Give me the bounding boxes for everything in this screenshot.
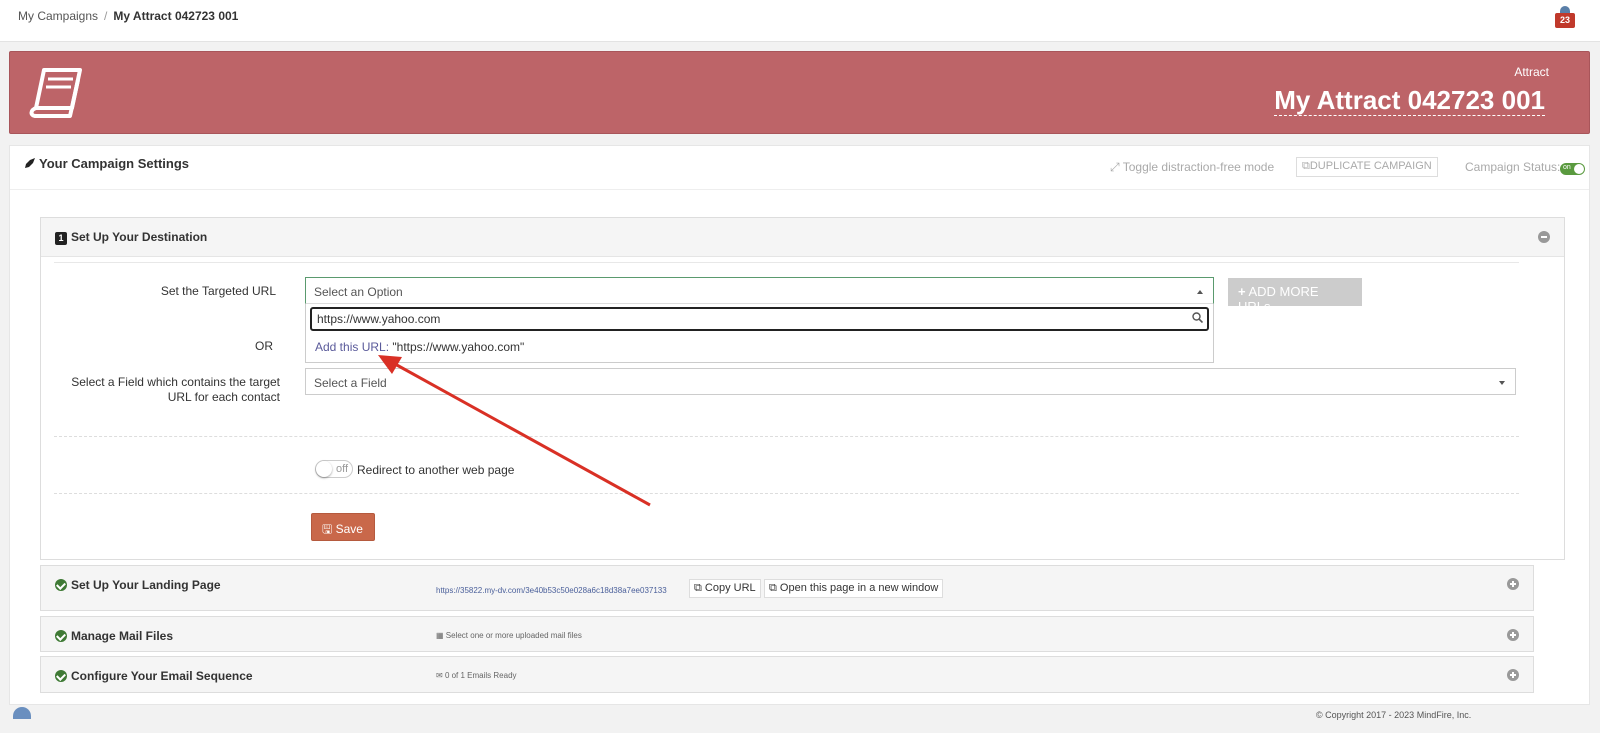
dashed-divider: [54, 436, 1519, 437]
toggle-distraction-free-link[interactable]: ⤢ Toggle distraction-free mode: [1110, 160, 1274, 175]
divider: [54, 262, 1519, 263]
landing-title-text: Set Up Your Landing Page: [71, 578, 221, 592]
email-sequence-panel[interactable]: Configure Your Email Sequence ✉ 0 of 1 E…: [40, 656, 1534, 693]
save-label: Save: [335, 522, 363, 536]
copy-url-button[interactable]: ⧉ Copy URL: [689, 579, 761, 598]
field-select-value: Select a Field: [314, 376, 387, 390]
breadcrumb: My Campaigns / My Attract 042723 001: [18, 9, 238, 23]
toggle-mode-label: Toggle distraction-free mode: [1122, 160, 1275, 174]
or-label: OR: [255, 339, 273, 353]
check-circle-icon: [55, 670, 67, 682]
url-search-input[interactable]: [310, 307, 1209, 331]
envelope-icon: ✉: [436, 671, 443, 680]
footer-copyright: © Copyright 2017 - 2023 MindFire, Inc.: [1316, 710, 1472, 720]
notification-bell-icon[interactable]: 23: [1555, 6, 1575, 28]
redirect-toggle-text: off: [336, 463, 349, 475]
rocket-icon: [25, 158, 35, 168]
landing-page-title: Set Up Your Landing Page: [55, 578, 221, 592]
email-sequence-hint-text: 0 of 1 Emails Ready: [444, 671, 517, 680]
email-sequence-title: Configure Your Email Sequence: [55, 669, 253, 683]
settings-title-text: Your Campaign Settings: [39, 156, 189, 171]
targeted-url-select-value: Select an Option: [314, 285, 403, 299]
check-circle-icon: [55, 630, 67, 642]
save-button[interactable]: 🖫 Save: [311, 513, 375, 541]
status-toggle-text: on: [1563, 164, 1571, 171]
add-url-value: "https://www.yahoo.com": [389, 340, 525, 354]
top-bar: My Campaigns / My Attract 042723 001 23: [0, 0, 1600, 42]
expand-plus-icon[interactable]: [1507, 669, 1519, 681]
copy-icon: ⧉: [694, 582, 702, 594]
field-select[interactable]: Select a Field: [305, 368, 1516, 395]
landing-page-panel[interactable]: Set Up Your Landing Page https://35822.m…: [40, 565, 1534, 611]
step-number-badge: 1: [55, 232, 67, 245]
campaign-status-toggle[interactable]: on: [1560, 163, 1585, 175]
targeted-url-label: Set the Targeted URL: [160, 284, 276, 298]
mail-files-hint-text: Select one or more uploaded mail files: [445, 631, 582, 640]
expand-arrows-icon: ⤢: [1110, 160, 1120, 174]
book-icon: [29, 68, 82, 118]
breadcrumb-my-campaigns[interactable]: My Campaigns: [18, 9, 98, 23]
url-dropdown-panel: Add this URL: "https://www.yahoo.com": [305, 304, 1214, 363]
notification-count-badge: 23: [1555, 13, 1575, 28]
add-more-urls-button[interactable]: + ADD MORE URLs: [1228, 278, 1362, 314]
search-icon: [1192, 312, 1203, 323]
copy-icon: ⧉: [1302, 160, 1310, 172]
dashed-divider: [54, 493, 1519, 494]
open-new-window-button[interactable]: ⧉ Open this page in a new window: [764, 579, 944, 598]
destination-panel-header[interactable]: 1 Set Up Your Destination: [41, 218, 1564, 257]
expand-plus-icon[interactable]: [1507, 578, 1519, 590]
field-select-label: Select a Field which contains the target…: [71, 375, 280, 404]
redirect-toggle-knob: [316, 461, 332, 477]
duplicate-label: DUPLICATE CAMPAIGN: [1309, 160, 1432, 172]
targeted-url-select[interactable]: Select an Option: [305, 277, 1214, 304]
check-circle-icon: [55, 579, 67, 591]
open-window-label: Open this page in a new window: [779, 582, 939, 594]
destination-title: 1 Set Up Your Destination: [55, 230, 207, 245]
email-sequence-title-text: Configure Your Email Sequence: [71, 669, 253, 683]
status-toggle-knob: [1574, 164, 1584, 174]
collapse-minus-icon[interactable]: [1538, 231, 1550, 243]
mail-files-title-text: Manage Mail Files: [71, 629, 174, 643]
campaign-header-banner: Attract My Attract 042723 001: [9, 51, 1590, 134]
redirect-label: Redirect to another web page: [357, 463, 515, 477]
duplicate-campaign-button[interactable]: ⧉DUPLICATE CAMPAIGN: [1296, 157, 1438, 177]
caret-down-icon: [1499, 381, 1505, 385]
breadcrumb-current: My Attract 042723 001: [113, 9, 239, 23]
settings-header: Your Campaign Settings ⤢ Toggle distract…: [10, 146, 1589, 190]
grid-icon: ▦: [436, 631, 444, 640]
copy-url-label: Copy URL: [704, 582, 756, 594]
mail-files-hint: ▦ Select one or more uploaded mail files: [436, 631, 582, 640]
plus-icon: +: [1238, 284, 1246, 299]
destination-title-text: Set Up Your Destination: [71, 230, 208, 244]
redirect-toggle[interactable]: off: [315, 460, 353, 478]
external-link-icon: ⧉: [769, 582, 777, 594]
add-url-prefix: Add this URL:: [315, 340, 390, 354]
landing-page-url[interactable]: https://35822.my-dv.com/3e40b53c50e028a6…: [436, 586, 667, 595]
email-sequence-hint: ✉ 0 of 1 Emails Ready: [436, 671, 517, 680]
mail-files-panel[interactable]: Manage Mail Files ▦ Select one or more u…: [40, 616, 1534, 652]
floppy-disk-icon: 🖫: [322, 522, 333, 536]
caret-up-icon: [1197, 290, 1203, 294]
campaign-status-label: Campaign Status:: [1465, 160, 1561, 174]
expand-plus-icon[interactable]: [1507, 629, 1519, 641]
mail-files-title: Manage Mail Files: [55, 629, 173, 643]
chat-bot-icon[interactable]: [13, 707, 31, 719]
settings-title: Your Campaign Settings: [24, 156, 189, 171]
campaign-type: Attract: [1514, 65, 1549, 79]
campaign-name-editable[interactable]: My Attract 042723 001: [1274, 85, 1545, 116]
add-this-url-option[interactable]: Add this URL: "https://www.yahoo.com": [315, 340, 524, 354]
breadcrumb-separator: /: [104, 9, 108, 23]
